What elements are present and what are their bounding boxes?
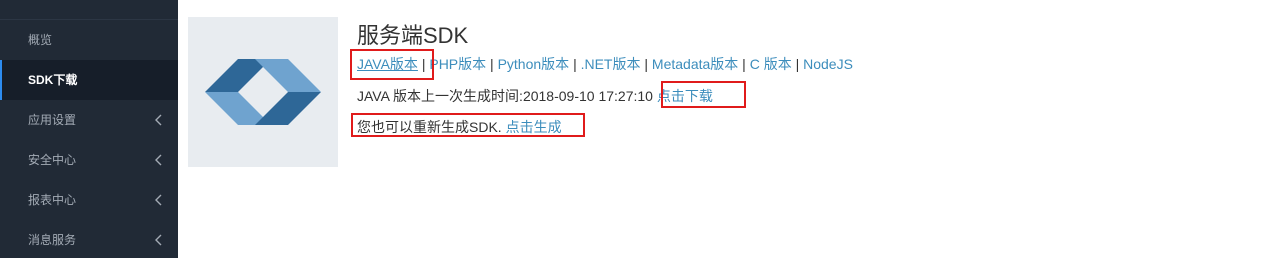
sidebar-item-label: 安全中心 — [28, 153, 77, 167]
link-c-version[interactable]: C 版本 — [750, 56, 792, 72]
sidebar-item-security-center[interactable]: 安全中心 — [0, 140, 178, 180]
link-separator: | — [795, 56, 800, 72]
download-link[interactable]: 点击下载 — [657, 88, 713, 104]
link-separator: | — [573, 56, 577, 72]
sdk-logo-icon — [205, 59, 321, 125]
sidebar-item-label: 消息服务 — [28, 233, 77, 247]
regenerate-line: 您也可以重新生成SDK. 点击生成 — [357, 117, 562, 137]
link-separator: | — [742, 56, 746, 72]
chevron-left-icon — [155, 154, 162, 166]
link-php-version[interactable]: PHP版本 — [429, 56, 486, 72]
last-generated-text: JAVA 版本上一次生成时间:2018-09-10 17:27:10 — [357, 88, 653, 104]
sdk-logo — [188, 17, 338, 167]
chevron-left-icon — [155, 114, 162, 126]
sidebar-item-sdk-download[interactable]: SDK下载 — [0, 60, 178, 100]
link-java-version[interactable]: JAVA版本 — [357, 56, 418, 72]
link-dotnet-version[interactable]: .NET版本 — [581, 56, 641, 72]
sidebar-item-label: 报表中心 — [28, 193, 77, 207]
sidebar-item-label: SDK下载 — [28, 73, 78, 87]
sidebar-item-message-service[interactable]: 消息服务 — [0, 220, 178, 260]
link-metadata-version[interactable]: Metadata版本 — [652, 56, 738, 72]
link-separator: | — [490, 56, 494, 72]
sdk-version-links: JAVA版本 | PHP版本 | Python版本 | .NET版本 | Met… — [357, 54, 853, 74]
last-generated-line: JAVA 版本上一次生成时间:2018-09-10 17:27:10 点击下载 — [357, 86, 713, 106]
chevron-left-icon — [155, 234, 162, 246]
sidebar: 概览 SDK下载 应用设置 安全中心 报表中心 消息服务 — [0, 0, 178, 258]
link-separator: | — [421, 56, 426, 72]
link-separator: | — [644, 56, 649, 72]
chevron-left-icon — [155, 194, 162, 206]
sidebar-item-report-center[interactable]: 报表中心 — [0, 180, 178, 220]
regenerate-text: 您也可以重新生成SDK. — [357, 119, 502, 135]
sidebar-item-label: 概览 — [28, 33, 53, 47]
generate-link[interactable]: 点击生成 — [506, 119, 562, 135]
sidebar-top-fragment — [0, 0, 178, 20]
link-python-version[interactable]: Python版本 — [498, 56, 570, 72]
sidebar-item-label: 应用设置 — [28, 113, 77, 127]
sidebar-item-overview[interactable]: 概览 — [0, 20, 178, 60]
link-nodejs-version[interactable]: NodeJS — [803, 56, 853, 72]
page-title: 服务端SDK — [357, 23, 469, 48]
sidebar-item-app-settings[interactable]: 应用设置 — [0, 100, 178, 140]
